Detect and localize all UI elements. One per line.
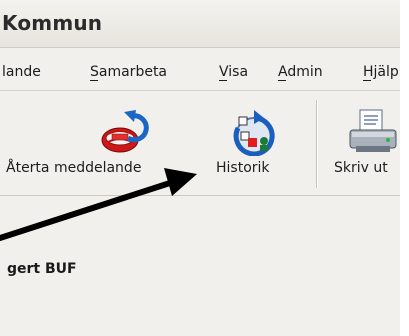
recall-message-icon bbox=[101, 110, 149, 153]
recall-message-button[interactable]: Återta meddelande bbox=[0, 92, 196, 196]
print-button[interactable]: Skriv ut bbox=[322, 92, 400, 196]
menu-item-admin[interactable]: Admin bbox=[278, 64, 323, 81]
content-pane: gert BUF bbox=[0, 197, 400, 336]
recall-message-label: Återta meddelande bbox=[6, 160, 142, 176]
menu-item-samarbeta[interactable]: Samarbeta bbox=[90, 64, 167, 81]
history-button[interactable]: Historik bbox=[212, 92, 290, 196]
application-window: Kommun lande Samarbeta Visa Admin Hjälp … bbox=[0, 0, 400, 336]
toolbar-separator bbox=[316, 100, 318, 188]
content-heading: gert BUF bbox=[7, 261, 77, 277]
history-icon bbox=[233, 110, 275, 156]
menu-item-visa[interactable]: Visa bbox=[219, 64, 248, 81]
title-bar: Kommun bbox=[0, 0, 400, 48]
window-edge bbox=[400, 0, 409, 336]
history-label: Historik bbox=[216, 160, 270, 176]
menu-bar: lande Samarbeta Visa Admin Hjälp bbox=[0, 49, 400, 91]
menu-item-lande[interactable]: lande bbox=[2, 64, 41, 80]
window-title: Kommun bbox=[2, 11, 103, 35]
toolbar: Återta meddelande Historik Skriv ut bbox=[0, 92, 400, 196]
menu-item-hjalp[interactable]: Hjälp bbox=[363, 64, 399, 81]
printer-icon bbox=[349, 109, 397, 152]
print-label: Skriv ut bbox=[334, 160, 388, 176]
